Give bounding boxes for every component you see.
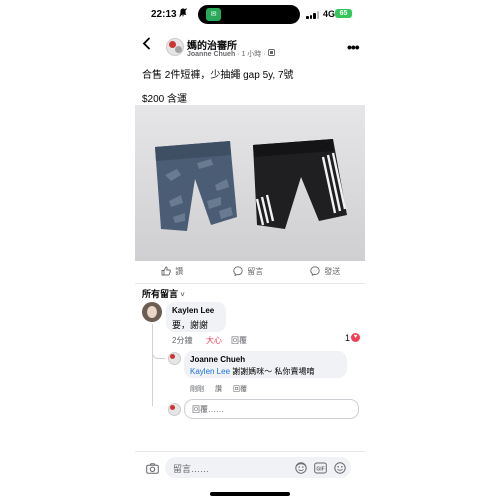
- bottom-divider: [135, 451, 365, 452]
- current-user-avatar: [168, 403, 181, 416]
- comment-button[interactable]: 留言: [233, 266, 263, 278]
- reaction-count: 1: [345, 333, 351, 343]
- post-photo[interactable]: [135, 105, 365, 261]
- share-label: 發送: [324, 267, 341, 276]
- emoji-icon[interactable]: [334, 461, 346, 479]
- avatar-sticker-icon[interactable]: [295, 461, 307, 479]
- divider: [135, 283, 365, 284]
- comments-filter[interactable]: 所有留言 ˅: [142, 287, 185, 300]
- post-price: $200 含運: [142, 94, 188, 105]
- reply-time: 剛剛: [190, 386, 204, 393]
- author-name[interactable]: Joanne Chueh: [187, 51, 235, 58]
- comment-bubble-icon: [233, 266, 247, 277]
- reply-input-placeholder: 回覆……: [192, 405, 224, 414]
- chevron-down-icon: ˅: [180, 292, 185, 299]
- status-time: 22:13: [151, 9, 177, 20]
- back-button[interactable]: [142, 37, 151, 55]
- reply-body: 謝謝媽咪～ 私你賣場唷: [230, 367, 315, 376]
- reply-text: Kaylen Lee 謝謝媽咪～ 私你賣場唷: [190, 366, 314, 377]
- commenter-avatar[interactable]: [142, 302, 162, 322]
- comments-filter-label: 所有留言: [142, 289, 179, 299]
- comment-input-placeholder: 留言……: [173, 464, 210, 474]
- camera-icon[interactable]: [146, 461, 159, 479]
- thumbs-up-icon: [161, 266, 175, 276]
- dynamic-island: ✉: [198, 5, 300, 24]
- reply-author-name[interactable]: Joanne Chueh: [190, 355, 245, 364]
- post-meta: Joanne Chueh · 1 小時 ·: [187, 49, 275, 59]
- phone-screen: 22:13 ✉ 4G 65 媽的治審所 Joanne Chueh · 1 小時 …: [135, 0, 365, 500]
- svg-text:GIF: GIF: [316, 466, 324, 472]
- share-button[interactable]: 發送: [310, 266, 340, 278]
- like-label: 讚: [175, 267, 184, 276]
- mention-link[interactable]: Kaylen Lee: [190, 367, 230, 376]
- more-options-icon[interactable]: •••: [347, 39, 360, 55]
- group-avatar[interactable]: [166, 38, 184, 56]
- post-text: 合售 2件短褲，少抽繩 gap 5y, 7號: [142, 70, 294, 81]
- signal-icon: [306, 11, 320, 19]
- commenter-name[interactable]: Kaylen Lee: [172, 306, 214, 315]
- reply-reply-button[interactable]: 回覆: [233, 384, 247, 394]
- network-label: 4G: [323, 9, 336, 19]
- thread-line: [152, 324, 153, 406]
- privacy-icon: [267, 49, 275, 58]
- home-indicator[interactable]: [210, 492, 290, 496]
- app-activity-icon: ✉: [206, 8, 221, 21]
- comment-time: 2分鐘: [172, 336, 193, 345]
- comment-label: 留言: [247, 267, 264, 276]
- battery-icon: 65: [335, 9, 352, 18]
- heart-icon[interactable]: ♥: [351, 333, 360, 342]
- like-button[interactable]: 讚: [161, 266, 183, 278]
- reply-author-avatar[interactable]: [168, 352, 181, 365]
- messenger-icon: [310, 266, 324, 277]
- comment-text: 要，謝謝: [172, 320, 209, 330]
- post-time: 1 小時: [241, 51, 262, 58]
- reply-like-button[interactable]: 讚: [215, 384, 222, 394]
- bell-icon: [179, 8, 187, 20]
- gif-icon[interactable]: GIF: [314, 461, 327, 479]
- comment-reply-button[interactable]: 回覆: [231, 335, 247, 346]
- thread-connector: [152, 352, 165, 359]
- comment-reaction-button[interactable]: 大心: [206, 335, 222, 346]
